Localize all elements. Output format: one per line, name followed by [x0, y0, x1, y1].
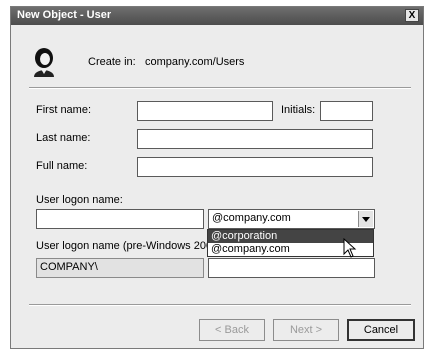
domain-select-value: @company.com: [212, 212, 291, 224]
cancel-button[interactable]: Cancel: [347, 319, 415, 341]
create-in-path: company.com/Users: [145, 56, 245, 68]
logon-name-label: User logon name:: [36, 194, 123, 206]
mouse-cursor-icon: [343, 238, 357, 258]
new-object-user-dialog: New Object - User X Create in: company.c…: [10, 6, 424, 349]
initials-field[interactable]: [320, 101, 373, 121]
top-divider: [29, 87, 411, 89]
pre2000-domain-field: COMPANY\: [36, 258, 204, 278]
pre2000-logon-field[interactable]: [208, 258, 375, 278]
bottom-divider: [29, 304, 411, 306]
initials-label: Initials:: [281, 104, 316, 116]
domain-select[interactable]: @company.com: [208, 209, 375, 229]
user-icon: [34, 48, 54, 77]
full-name-field[interactable]: [137, 157, 373, 177]
create-in-label: Create in:: [88, 56, 136, 68]
dialog-title: New Object - User: [17, 9, 112, 21]
back-button[interactable]: < Back: [199, 319, 265, 341]
full-name-label: Full name:: [36, 160, 88, 172]
pre2000-domain-value: COMPANY\: [40, 261, 98, 273]
pre2000-label: User logon name (pre-Windows 2000):: [36, 240, 225, 252]
last-name-label: Last name:: [36, 132, 91, 144]
chevron-down-icon[interactable]: [358, 211, 373, 227]
logon-name-field[interactable]: [36, 209, 204, 229]
title-bar: New Object - User X: [11, 7, 423, 25]
next-button[interactable]: Next >: [273, 319, 339, 341]
first-name-field[interactable]: [137, 101, 273, 121]
close-button[interactable]: X: [405, 9, 419, 22]
last-name-field[interactable]: [137, 129, 373, 149]
first-name-label: First name:: [36, 104, 92, 116]
